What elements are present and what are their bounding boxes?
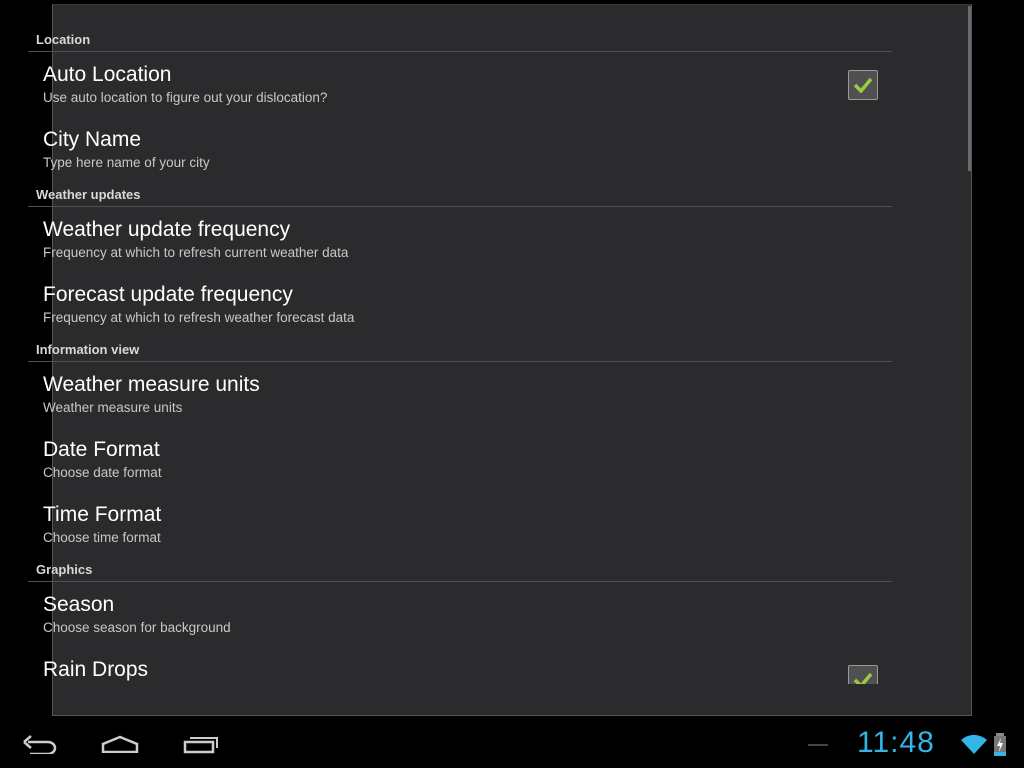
category-header: Location (28, 27, 892, 52)
preference-summary: Frequency at which to refresh weather fo… (43, 310, 355, 325)
preference-title: Auto Location (43, 63, 172, 86)
category-header: Graphics (28, 557, 892, 582)
scrollbar[interactable] (968, 6, 971, 171)
preference-item[interactable]: Date Format Choose date format (28, 427, 892, 492)
battery-charging-icon (994, 733, 1006, 756)
notification-indicator[interactable] (808, 744, 828, 746)
preference-item[interactable]: Rain Drops (28, 647, 892, 684)
check-icon (853, 672, 873, 684)
preference-title: Date Format (43, 438, 160, 461)
preference-title: Time Format (43, 503, 162, 526)
category-header: Information view (28, 337, 892, 362)
check-icon (853, 77, 873, 93)
preference-summary: Choose date format (43, 465, 162, 480)
checkbox[interactable] (848, 70, 878, 100)
home-icon[interactable] (101, 735, 139, 753)
checkbox[interactable] (848, 665, 878, 684)
preference-summary: Frequency at which to refresh current we… (43, 245, 349, 260)
preference-title: City Name (43, 128, 142, 151)
preference-title: Forecast update frequency (43, 283, 293, 306)
preference-item[interactable]: Weather update frequency Frequency at whi… (28, 207, 892, 272)
preference-item[interactable]: Forecast update frequency Frequency at wh… (28, 272, 892, 337)
preference-item[interactable]: Auto Location Use auto location to figure… (28, 52, 892, 117)
preference-item[interactable]: Weather measure units Weather measure uni… (28, 362, 892, 427)
preference-title: Rain Drops (43, 658, 149, 681)
preference-title: Weather measure units (43, 373, 260, 396)
status-clock[interactable]: 11:48 (857, 726, 935, 760)
preference-item[interactable]: City Name Type here name of your city (28, 117, 892, 182)
preference-summary: Choose time format (43, 530, 161, 545)
preference-summary: Weather measure units (43, 400, 183, 415)
preference-title: Season (43, 593, 115, 616)
preference-title: Weather update frequency (43, 218, 291, 241)
category-header: Weather updates (28, 182, 892, 207)
preferences-list: Location Auto Location Use auto location t… (28, 27, 892, 684)
back-icon[interactable] (22, 734, 58, 754)
recent-apps-icon[interactable] (183, 736, 219, 754)
preference-summary: Type here name of your city (43, 155, 210, 170)
preference-item[interactable]: Time Format Choose time format (28, 492, 892, 557)
wifi-icon (961, 734, 987, 754)
preference-summary: Choose season for background (43, 620, 231, 635)
preference-summary: Use auto location to figure out your dis… (43, 90, 328, 105)
preference-item[interactable]: Season Choose season for background (28, 582, 892, 647)
